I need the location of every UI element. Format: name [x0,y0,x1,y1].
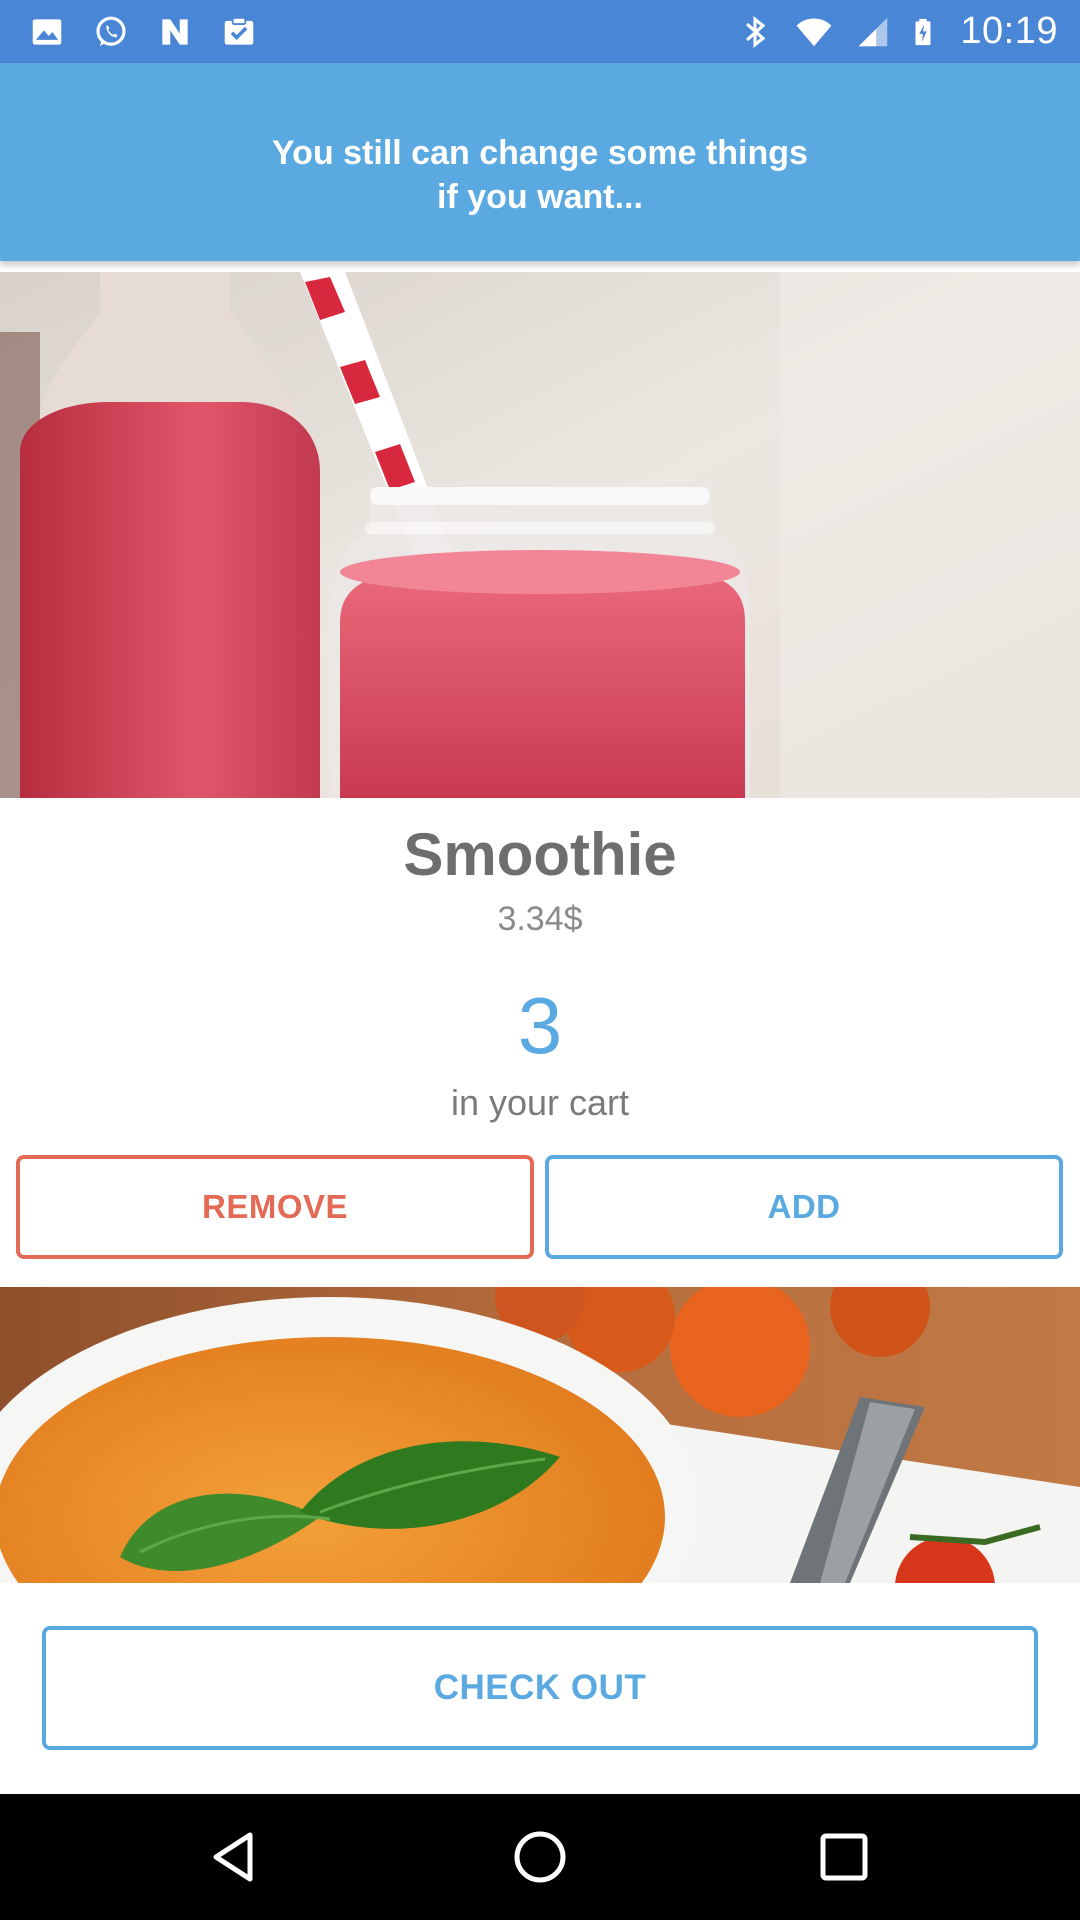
clipboard-check-icon [224,16,254,45]
news-icon [162,18,188,45]
cart-quantity: 3 [517,981,563,1070]
checkout-button[interactable]: CHECK OUT [42,1626,1038,1750]
smoothie-photo [0,272,1080,798]
header-title: You still can change some things if you … [272,134,808,216]
system-icons: 10:19 [736,0,1058,63]
notification-icons [28,0,258,63]
product-price: 3.34$ [497,900,583,938]
cart-quantity-label: in your cart [450,1082,630,1123]
home-icon[interactable] [510,1827,570,1887]
wifi-icon [796,18,832,46]
bluetooth-icon [746,15,766,48]
gallery-icon [32,18,62,45]
screen: 10:19 You still can change some things i… [0,0,1080,1920]
product-name: Smoothie [403,821,677,888]
remove-button[interactable]: REMOVE [16,1155,534,1259]
whatsapp-icon [96,16,126,46]
checkout-area: CHECK OUT [0,1583,1080,1794]
status-bar: 10:19 [0,0,1080,63]
back-icon[interactable] [206,1827,266,1887]
add-button[interactable]: ADD [545,1155,1063,1259]
recents-icon[interactable] [814,1827,874,1887]
signal-icon [859,17,888,46]
tomato-soup-photo [0,1287,1080,1583]
status-clock: 10:19 [960,10,1058,52]
battery-charging-icon [915,18,931,45]
navigation-bar [0,1794,1080,1920]
next-product-image[interactable] [0,1287,1080,1583]
product-image [0,272,1080,798]
header: You still can change some things if you … [0,63,1080,261]
